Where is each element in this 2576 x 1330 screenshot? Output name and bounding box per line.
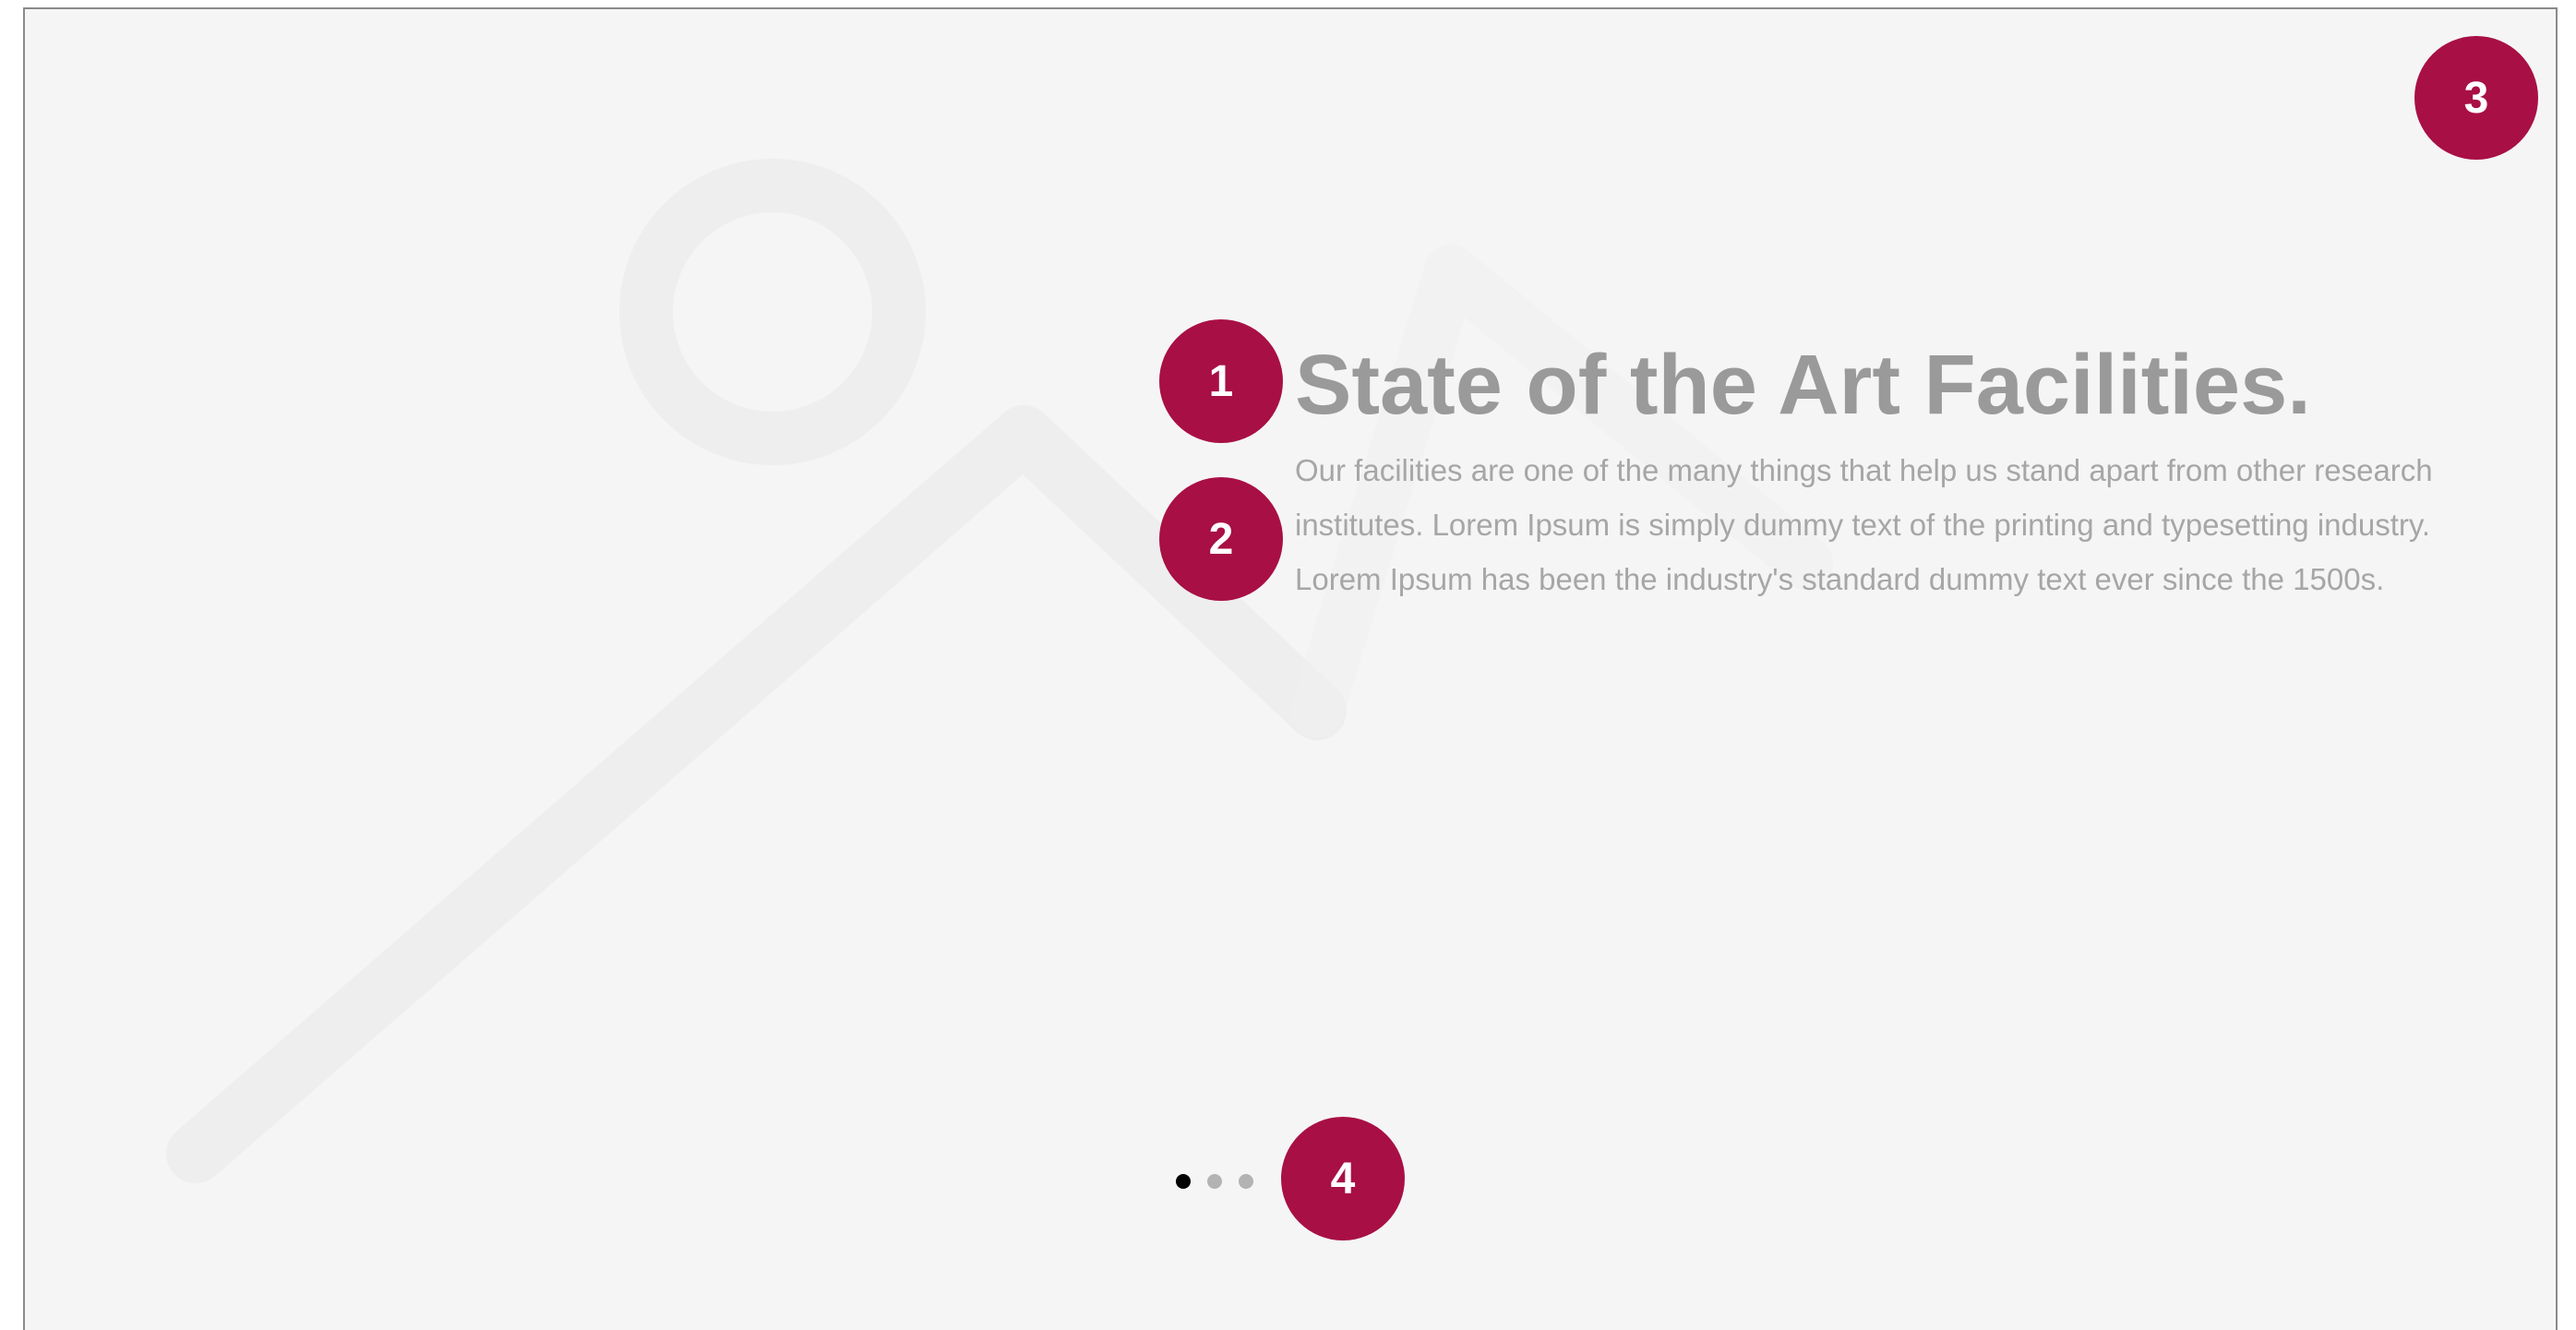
carousel-pagination bbox=[1176, 1174, 1253, 1189]
pagination-dot-3[interactable] bbox=[1239, 1174, 1253, 1189]
slider-frame: State of the Art Facilities. Our facilit… bbox=[23, 7, 2558, 1330]
slide-title: State of the Art Facilities. bbox=[1295, 338, 2311, 432]
pagination-dot-2[interactable] bbox=[1207, 1174, 1222, 1189]
callout-marker-1: 1 bbox=[1159, 319, 1283, 443]
callout-marker-3: 3 bbox=[2414, 36, 2538, 160]
pagination-dot-1[interactable] bbox=[1176, 1174, 1191, 1189]
callout-marker-4: 4 bbox=[1281, 1117, 1405, 1240]
slide-description: Our facilities are one of the many thing… bbox=[1295, 453, 2433, 596]
image-placeholder-icon bbox=[166, 159, 1833, 1183]
callout-marker-2: 2 bbox=[1159, 477, 1283, 601]
